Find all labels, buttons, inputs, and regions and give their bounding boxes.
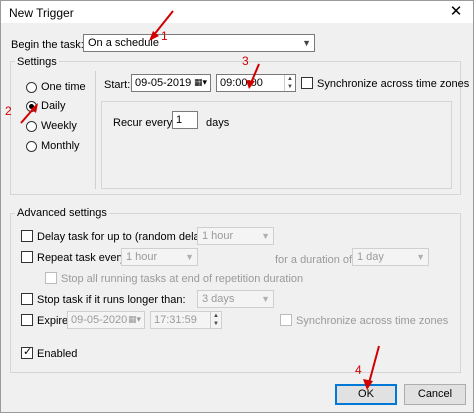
annotation-number-2: 2 [5,104,12,118]
annotation-arrows [20,10,380,390]
new-trigger-window: New Trigger ✕ Begin the task: On a sched… [0,0,474,413]
arrowhead-1 [149,31,159,41]
annotation-number-1: 1 [161,29,168,43]
annotation-number-4: 4 [355,363,362,377]
annotation-arrow-4 [368,345,380,384]
arrowhead-3 [246,80,255,89]
annotation-arrow-3 [250,63,260,84]
arrowhead-4 [363,379,373,390]
annotation-number-3: 3 [242,54,249,68]
annotation-arrow-2 [20,107,35,124]
